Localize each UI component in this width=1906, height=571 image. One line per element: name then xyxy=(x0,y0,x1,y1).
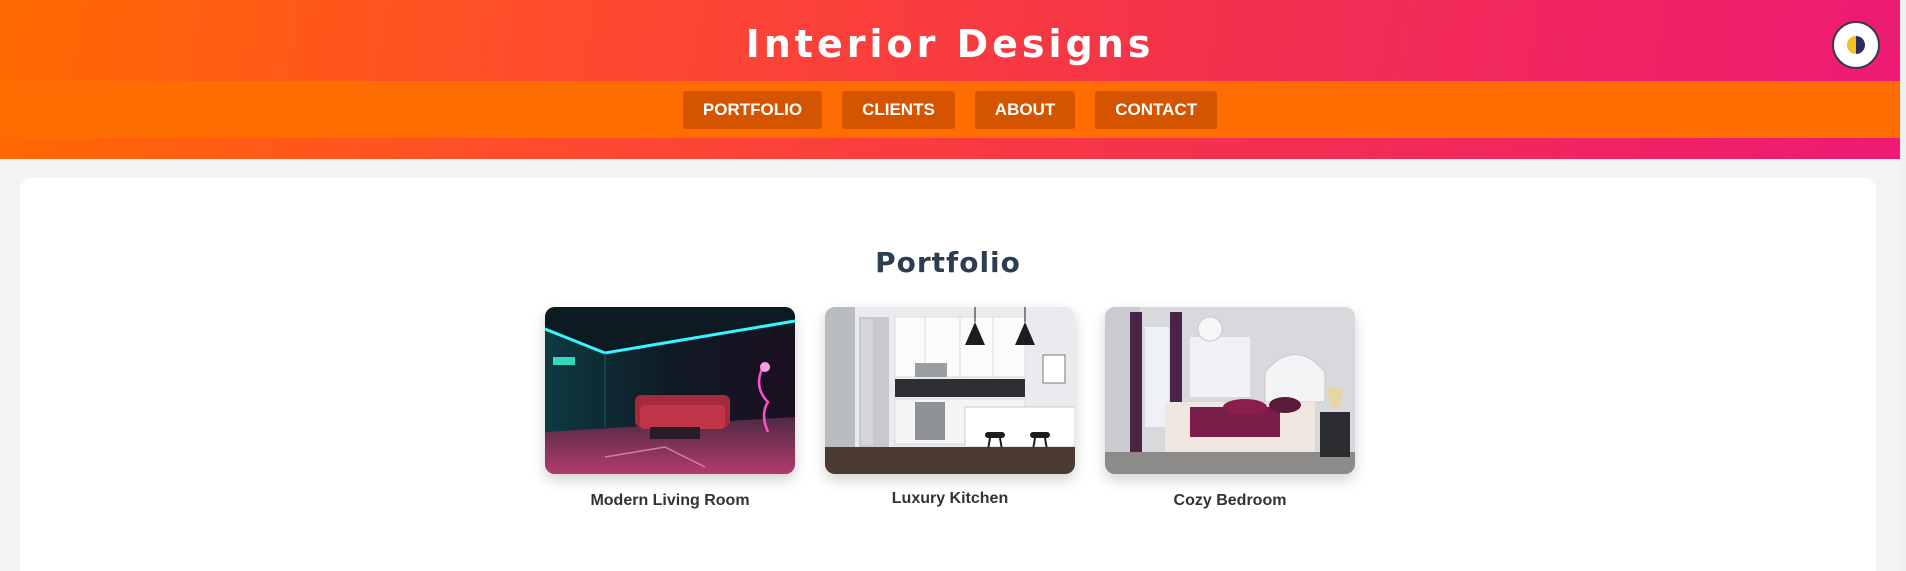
main-nav: PORTFOLIO CLIENTS ABOUT CONTACT xyxy=(0,81,1900,138)
neon-living-room-photo[interactable] xyxy=(545,307,795,474)
gallery-item[interactable]: Cozy Bedroom xyxy=(1105,307,1355,510)
section-title: Portfolio xyxy=(875,246,1021,279)
site-title: Interior Designs xyxy=(745,22,1155,66)
page-scrollbar[interactable] xyxy=(1900,0,1906,571)
site-header: Interior Designs PORTFOLIO CLIENTS ABOUT… xyxy=(0,0,1900,159)
nav-clients-button[interactable]: CLIENTS xyxy=(842,90,955,129)
bedroom-photo[interactable] xyxy=(1105,307,1355,474)
theme-toggle-button[interactable] xyxy=(1832,21,1880,69)
gallery-caption: Luxury Kitchen xyxy=(891,490,1009,507)
nav-portfolio-button[interactable]: PORTFOLIO xyxy=(682,90,823,129)
gallery-caption: Cozy Bedroom xyxy=(1173,492,1287,509)
gallery-item[interactable]: Modern Living Room xyxy=(545,307,795,510)
nav-contact-button[interactable]: CONTACT xyxy=(1095,90,1218,129)
gallery-caption: Modern Living Room xyxy=(590,492,750,509)
nav-about-button[interactable]: ABOUT xyxy=(974,90,1076,129)
gallery-item[interactable]: Luxury Kitchen xyxy=(825,307,1075,508)
portfolio-section: Portfolio Modern Living Room Luxury Kitc… xyxy=(20,178,1876,571)
half-moon-icon xyxy=(1847,36,1865,54)
white-kitchen-photo[interactable] xyxy=(825,307,1075,474)
